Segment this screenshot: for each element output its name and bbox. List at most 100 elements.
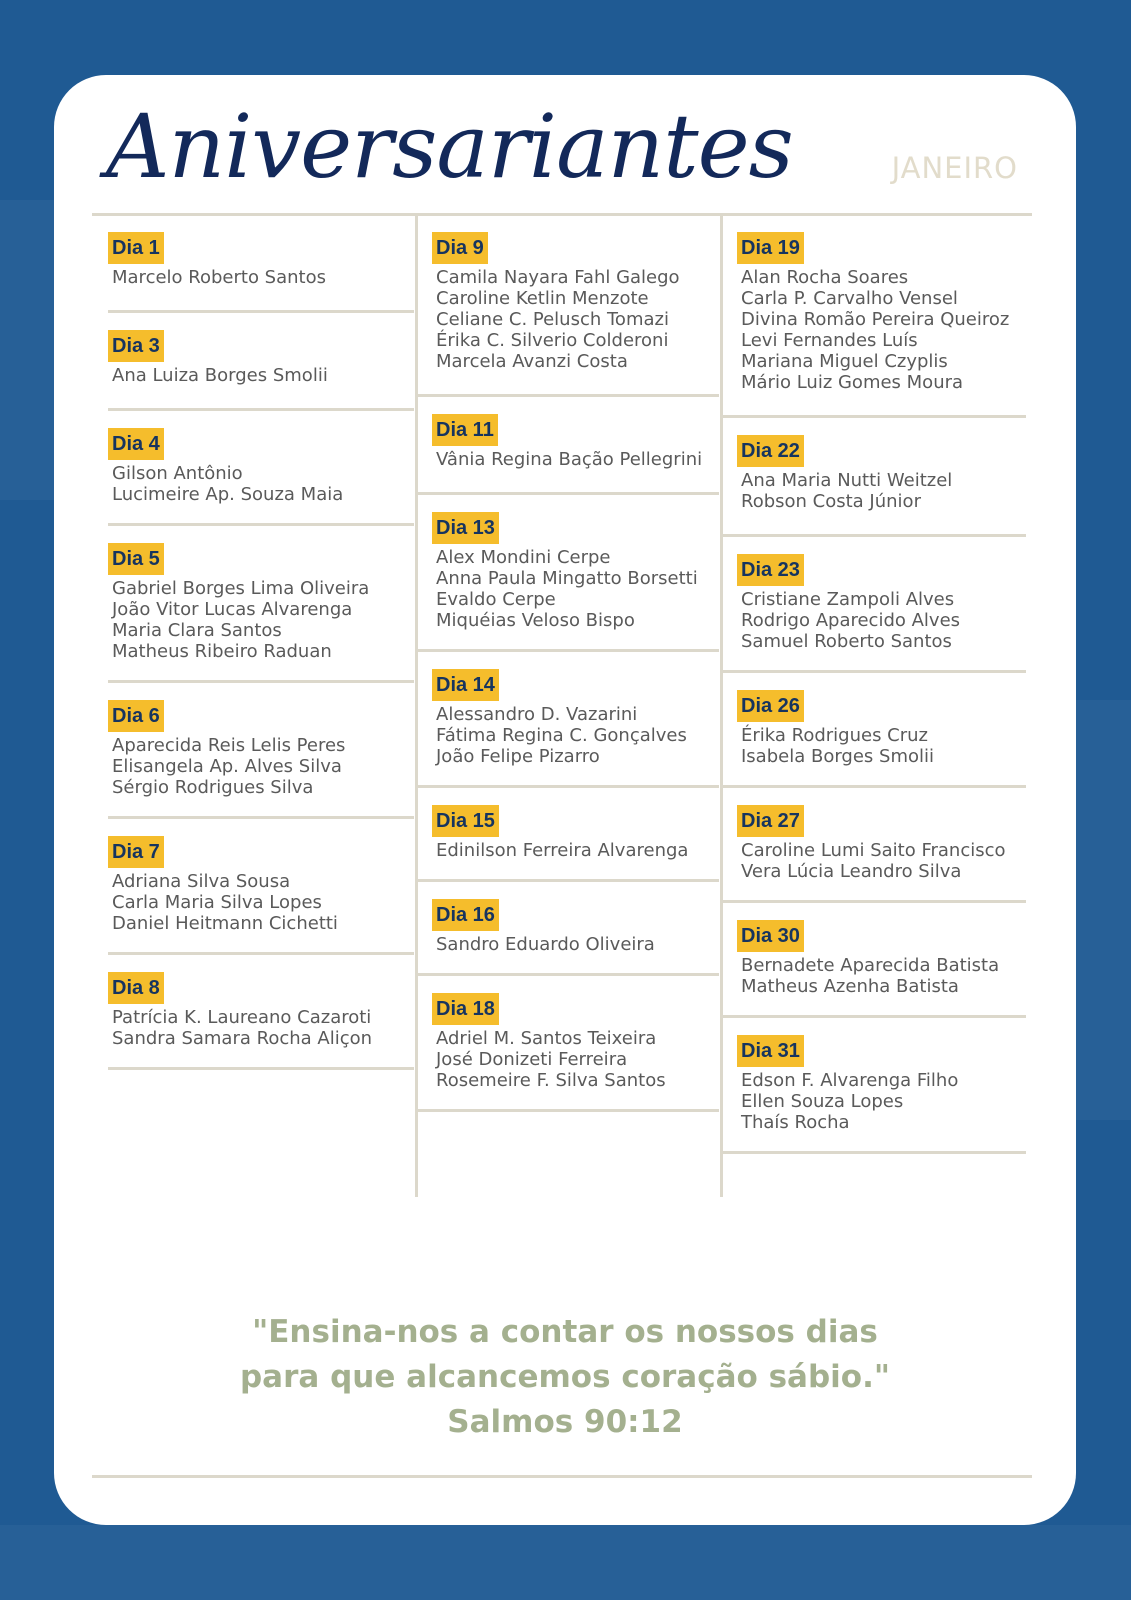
person-name: Aparecida Reis Lelis Peres	[112, 735, 346, 756]
person-name: Matheus Ribeiro Raduan	[112, 641, 332, 662]
person-name: Sérgio Rodrigues Silva	[112, 777, 314, 798]
name-list: Aparecida Reis Lelis Peres Elisangela Ap.…	[108, 735, 414, 798]
person-name: Érika Rodrigues Cruz	[741, 725, 929, 746]
person-name: Sandro Eduardo Oliveira	[436, 934, 655, 955]
day-badge: Dia 14	[432, 669, 499, 701]
birthday-entry: Dia 7 Adriana Silva Sousa Carla Maria Silv…	[108, 819, 414, 955]
person-name: José Donizeti Ferreira	[436, 1049, 628, 1070]
birthday-entry: Dia 22 Ana Maria Nutti Weitzel Robson Cost…	[723, 418, 1026, 537]
person-name: Sandra Samara Rocha Aliçon	[112, 1028, 373, 1049]
person-name: Caroline Lumi Saito Francisco	[741, 840, 1006, 861]
day-badge: Dia 8	[108, 972, 164, 1004]
footer-divider	[92, 1475, 1032, 1478]
day-badge: Dia 7	[108, 836, 164, 868]
birthday-entry: Dia 1 Marcelo Roberto Santos	[108, 215, 414, 313]
person-name: Carla P. Carvalho Vensel	[741, 288, 958, 309]
person-name: Elisangela Ap. Alves Silva	[112, 756, 342, 777]
name-list: Gabriel Borges Lima Oliveira João Vitor L…	[108, 578, 414, 662]
name-list: Gilson Antônio Lucimeire Ap. Souza Maia	[108, 463, 414, 505]
birthday-entry: Dia 30 Bernadete Aparecida Batista Matheus…	[723, 903, 1026, 1018]
birthday-entry: Dia 15 Edinilson Ferreira Alvarenga	[418, 788, 719, 882]
person-name: Celiane C. Pelusch Tomazi	[436, 309, 669, 330]
day-badge: Dia 31	[737, 1035, 804, 1067]
birthday-entry: Dia 6 Aparecida Reis Lelis Peres Elisangel…	[108, 683, 414, 819]
person-name: Alessandro D. Vazarini	[436, 704, 638, 725]
birthday-entry: Dia 5 Gabriel Borges Lima Oliveira João Vi…	[108, 526, 414, 683]
person-name: Edinilson Ferreira Alvarenga	[436, 840, 689, 861]
day-badge: Dia 5	[108, 543, 164, 575]
person-name: Gilson Antônio	[112, 463, 243, 484]
birthday-entry: Dia 26 Érika Rodrigues Cruz Isabela Borges…	[723, 673, 1026, 788]
person-name: Evaldo Cerpe	[436, 589, 556, 610]
person-name: Vera Lúcia Leandro Silva	[741, 861, 962, 882]
day-badge: Dia 4	[108, 428, 164, 460]
name-list: Ana Luiza Borges Smolii	[108, 365, 414, 386]
person-name: Carla Maria Silva Lopes	[112, 892, 322, 913]
day-badge: Dia 19	[737, 232, 804, 264]
person-name: Mário Luiz Gomes Moura	[741, 372, 964, 393]
day-badge: Dia 9	[432, 232, 488, 264]
birthday-entry: Dia 31 Edson F. Alvarenga Filho Ellen Souz…	[723, 1018, 1026, 1154]
person-name: Marcelo Roberto Santos	[112, 267, 326, 288]
person-name: Maria Clara Santos	[112, 620, 282, 641]
person-name: Anna Paula Mingatto Borsetti	[436, 568, 698, 589]
name-list: Bernadete Aparecida Batista Matheus Azenh…	[737, 955, 1026, 997]
column-3: Dia 19 Alan Rocha Soares Carla P. Carvalho…	[720, 215, 1026, 1197]
person-name: Levi Fernandes Luís	[741, 330, 918, 351]
name-list: Alan Rocha Soares Carla P. Carvalho Vense…	[737, 267, 1026, 393]
day-badge: Dia 27	[737, 805, 804, 837]
person-name: Samuel Roberto Santos	[741, 631, 952, 652]
person-name: Patrícia K. Laureano Cazaroti	[112, 1007, 372, 1028]
person-name: Adriel M. Santos Teixeira	[436, 1028, 657, 1049]
birthday-entry: Dia 3 Ana Luiza Borges Smolii	[108, 313, 414, 411]
person-name: Matheus Azenha Batista	[741, 976, 959, 997]
person-name: Daniel Heitmann Cichetti	[112, 913, 338, 934]
birthday-entry: Dia 14 Alessandro D. Vazarini Fátima Regin…	[418, 652, 719, 788]
day-badge: Dia 3	[108, 330, 164, 362]
column-1: Dia 1 Marcelo Roberto Santos Dia 3 Ana Luiz…	[108, 215, 414, 1070]
person-name: Edson F. Alvarenga Filho	[741, 1070, 959, 1091]
person-name: Ana Maria Nutti Weitzel	[741, 470, 953, 491]
person-name: Marcela Avanzi Costa	[436, 351, 628, 372]
day-badge: Dia 1	[108, 232, 164, 264]
name-list: Adriana Silva Sousa Carla Maria Silva Lop…	[108, 871, 414, 934]
birthday-entry: Dia 8 Patrícia K. Laureano Cazaroti Sandra…	[108, 955, 414, 1070]
person-name: Fátima Regina C. Gonçalves	[436, 725, 687, 746]
person-name: Érika C. Silverio Colderoni	[436, 330, 669, 351]
name-list: Alex Mondini Cerpe Anna Paula Mingatto Bo…	[432, 547, 719, 631]
day-badge: Dia 23	[737, 554, 804, 586]
page-title: Aniversariantes	[106, 95, 794, 198]
background-shape	[0, 200, 60, 500]
person-name: Isabela Borges Smolii	[741, 746, 934, 767]
name-list: Adriel M. Santos Teixeira José Donizeti F…	[432, 1028, 719, 1091]
name-list: Érika Rodrigues Cruz Isabela Borges Smoli…	[737, 725, 1026, 767]
quote-line-2: para que alcancemos coração sábio."	[239, 1359, 891, 1395]
person-name: Alex Mondini Cerpe	[436, 547, 611, 568]
name-list: Edinilson Ferreira Alvarenga	[432, 840, 719, 861]
name-list: Patrícia K. Laureano Cazaroti Sandra Sama…	[108, 1007, 414, 1049]
birthday-entry: Dia 18 Adriel M. Santos Teixeira José Doni…	[418, 976, 719, 1112]
month-label: JANEIRO	[891, 151, 1018, 185]
person-name: Caroline Ketlin Menzote	[436, 288, 649, 309]
day-badge: Dia 15	[432, 805, 499, 837]
person-name: Cristiane Zampoli Alves	[741, 589, 955, 610]
person-name: Alan Rocha Soares	[741, 267, 909, 288]
person-name: Ellen Souza Lopes	[741, 1091, 904, 1112]
name-list: Sandro Eduardo Oliveira	[432, 934, 719, 955]
person-name: Adriana Silva Sousa	[112, 871, 291, 892]
quote-line-1: "Ensina-nos a contar os nossos dias	[252, 1314, 878, 1350]
person-name: Mariana Miguel Czyplis	[741, 351, 948, 372]
birthday-entry: Dia 16 Sandro Eduardo Oliveira	[418, 882, 719, 976]
day-badge: Dia 13	[432, 512, 499, 544]
person-name: Rosemeire F. Silva Santos	[436, 1070, 666, 1091]
birthday-card: Aniversariantes JANEIRO Dia 1 Marcelo Rob…	[54, 75, 1076, 1525]
quote-reference: Salmos 90:12	[447, 1404, 683, 1440]
name-list: Caroline Lumi Saito Francisco Vera Lúcia …	[737, 840, 1026, 882]
day-badge: Dia 26	[737, 690, 804, 722]
person-name: Lucimeire Ap. Souza Maia	[112, 484, 344, 505]
birthday-entry: Dia 9 Camila Nayara Fahl Galego Caroline K…	[418, 215, 719, 397]
person-name: João Felipe Pizarro	[436, 746, 600, 767]
person-name: Bernadete Aparecida Batista	[741, 955, 1000, 976]
day-badge: Dia 16	[432, 899, 499, 931]
birthday-entry: Dia 4 Gilson Antônio Lucimeire Ap. Souza M…	[108, 411, 414, 526]
